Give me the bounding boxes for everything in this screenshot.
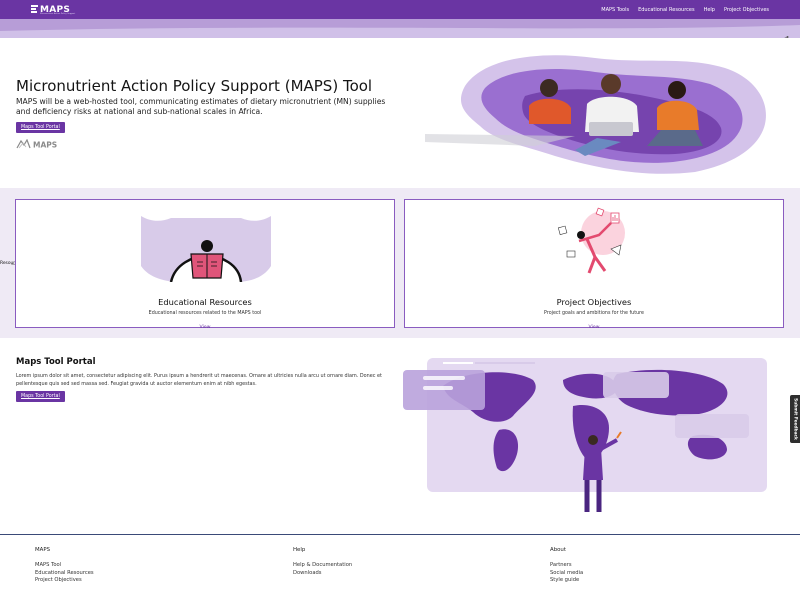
nav-project-objectives[interactable]: Project Objectives bbox=[724, 7, 769, 13]
footer-column-help: Help Help & Documentation Downloads bbox=[293, 547, 352, 577]
portal-description: Lorem ipsum dolor sit amet, consectetur … bbox=[16, 373, 382, 387]
card-title: Educational Resources bbox=[158, 297, 252, 307]
footer-link-maps-tool[interactable]: MAPS Tool bbox=[35, 562, 94, 570]
footer-link-style-guide[interactable]: Style guide bbox=[550, 577, 583, 585]
header-wave-decoration bbox=[0, 19, 800, 31]
main-nav: MAPS Tools Educational Resources Help Pr… bbox=[601, 0, 769, 19]
footer-divider bbox=[0, 534, 800, 535]
footer-column-maps: MAPS MAPS Tool Educational Resources Pro… bbox=[35, 547, 94, 585]
nav-help[interactable]: Help bbox=[704, 7, 715, 13]
footer-heading: About bbox=[550, 547, 566, 553]
portal-button[interactable]: Maps Tool Portal bbox=[16, 391, 65, 402]
project-objectives-card[interactable]: Project Objectives Project goals and amb… bbox=[404, 199, 784, 330]
card-description: Educational resources related to the MAP… bbox=[148, 311, 262, 316]
footer-heading: MAPS bbox=[35, 547, 51, 553]
nav-maps-tools[interactable]: MAPS Tools bbox=[601, 7, 629, 13]
nav-educational-resources[interactable]: Educational Resources bbox=[638, 7, 694, 13]
page-title: Micronutrient Action Policy Support (MAP… bbox=[16, 77, 373, 95]
reading-person-illustration bbox=[141, 216, 271, 282]
juggling-person-illustration bbox=[557, 207, 625, 274]
card-description: Project goals and ambitions for the futu… bbox=[544, 311, 644, 316]
world-map-illustration bbox=[403, 358, 767, 512]
brand-subtitle: Micronutrient Action Policy Support bbox=[40, 13, 76, 15]
hero-logo-text: MAPS bbox=[33, 141, 57, 149]
resources-cards-section: Resou͟rcece Educational Resources Educat… bbox=[0, 188, 800, 338]
maps-tool-portal-button[interactable]: Maps Tool Portal bbox=[16, 122, 65, 133]
card-title: Project Objectives bbox=[556, 297, 632, 307]
footer-link-social-media[interactable]: Social media bbox=[550, 570, 583, 578]
hero-description: MAPS will be a web-hosted tool, communic… bbox=[16, 97, 386, 116]
hero-section: Micronutrient Action Policy Support (MAP… bbox=[0, 38, 800, 188]
hero-illustration bbox=[425, 55, 766, 174]
footer-link-downloads[interactable]: Downloads bbox=[293, 570, 352, 578]
educational-resources-card[interactable]: Educational Resources Educational resour… bbox=[15, 199, 395, 330]
brand-logo[interactable]: MAPS Micronutrient Action Policy Support bbox=[31, 4, 75, 16]
card-view-link[interactable]: View bbox=[16, 325, 394, 330]
submit-feedback-tab[interactable]: Submit Feedback bbox=[790, 395, 800, 443]
portal-title: Maps Tool Portal bbox=[16, 357, 96, 367]
top-navigation-bar: MAPS Micronutrient Action Policy Support… bbox=[0, 0, 800, 19]
footer-column-about: About Partners Social media Style guide bbox=[550, 547, 583, 585]
card-view-link[interactable]: View bbox=[405, 325, 783, 330]
footer-link-project-objectives[interactable]: Project Objectives bbox=[35, 577, 94, 585]
maps-logo-mark-icon bbox=[31, 4, 38, 16]
feedback-label: Submit Feedback bbox=[792, 398, 798, 440]
footer-link-help-documentation[interactable]: Help & Documentation bbox=[293, 562, 352, 570]
footer-link-educational-resources[interactable]: Educational Resources bbox=[35, 570, 94, 578]
footer-heading: Help bbox=[293, 547, 306, 553]
maps-logo-image: MAPS bbox=[16, 139, 57, 149]
footer-link-partners[interactable]: Partners bbox=[550, 562, 583, 570]
